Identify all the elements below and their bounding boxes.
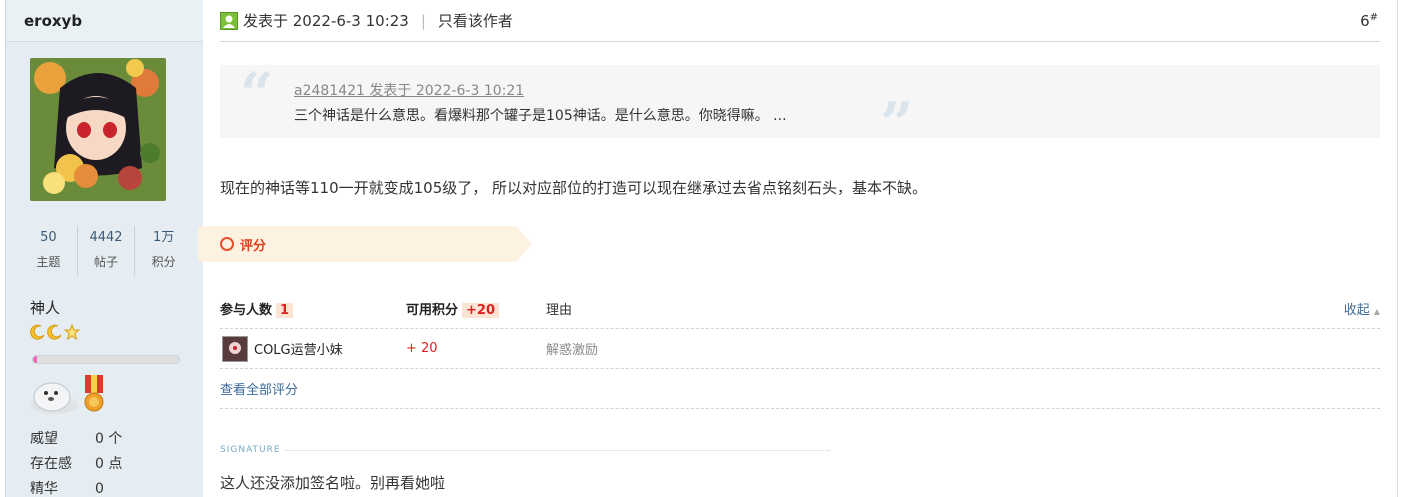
page-border	[1397, 0, 1398, 497]
stat-points[interactable]: 1万 积分	[134, 226, 192, 276]
user-panel: eroxyb 50 主题 4442 帖子 1万 积分 神人 威望 0 个 存在感…	[5, 0, 203, 497]
star-icon	[64, 324, 80, 340]
stat-label: 帖子	[94, 255, 119, 269]
rater-name[interactable]: COLG运营小妹	[254, 339, 343, 358]
user-group[interactable]: 神人	[30, 297, 60, 318]
open-quote-icon: “	[240, 60, 274, 128]
post-content: 现在的神话等110一开就变成105级了， 所以对应部位的打造可以现在继承过去省点…	[220, 179, 928, 197]
level-stars	[30, 324, 80, 340]
post-main: 发表于 2022-6-3 10:23 | 只看该作者 6# “ a2481421…	[198, 0, 1380, 492]
user-info: 威望 0 个 存在感 0 点 精华 0	[30, 427, 200, 497]
participants-count: 1	[276, 303, 294, 318]
signature-divider: SIGNATURE	[220, 445, 830, 455]
info-value: 0 个	[95, 431, 123, 447]
caret-up-icon: ▲	[1373, 307, 1380, 316]
rater-avatar[interactable]	[222, 335, 248, 362]
stat-posts[interactable]: 4442 帖子	[76, 226, 135, 276]
post-header: 发表于 2022-6-3 10:23 | 只看该作者 6#	[220, 0, 1380, 42]
rating-table: 参与人数 1 可用积分 +20 理由 收起 ▲ COLG运营小妹 + 20 解惑激励…	[220, 289, 1380, 409]
points-total: +20	[462, 303, 499, 318]
floor-number-value: 6	[1360, 11, 1370, 30]
info-value: 0	[95, 481, 104, 497]
points-header: 可用积分 +20	[406, 299, 546, 318]
participants-header: 参与人数 1	[220, 299, 406, 318]
rating-circle-icon	[220, 237, 234, 251]
stat-value[interactable]: 1万	[135, 226, 192, 250]
floor-suffix: #	[1369, 11, 1378, 23]
moon-icon	[30, 324, 45, 340]
floor-number[interactable]: 6#	[1360, 12, 1380, 30]
collapse-label: 收起	[1343, 303, 1370, 318]
signature-label: SIGNATURE	[220, 445, 281, 455]
rating-row: COLG运营小妹 + 20 解惑激励	[220, 329, 1380, 369]
rating-tag: 评分	[198, 226, 532, 262]
rating-label: 评分	[240, 239, 267, 254]
header-separator: |	[420, 11, 426, 30]
close-quote-icon: ”	[880, 90, 914, 158]
moon-icon	[47, 324, 62, 340]
divider-line	[284, 449, 830, 451]
quote-block: “ a2481421 发表于 2022-6-3 10:21 三个神话是什么意思。…	[220, 60, 1380, 153]
quote-source-link[interactable]: a2481421 发表于 2022-6-3 10:21	[294, 80, 524, 100]
post-time: 发表于 2022-6-3 10:23	[243, 12, 409, 30]
user-stats: 50 主题 4442 帖子 1万 积分	[20, 226, 192, 276]
rater-reason: 解惑激励	[546, 343, 599, 358]
award-medal-icon[interactable]	[82, 373, 106, 415]
view-all-ratings-link[interactable]: 查看全部评分	[220, 379, 298, 398]
medals	[28, 371, 106, 415]
info-row: 威望 0 个	[30, 427, 200, 452]
username[interactable]: eroxyb	[6, 0, 203, 42]
collapse-button[interactable]: 收起 ▲	[1344, 299, 1380, 318]
stat-value[interactable]: 4442	[78, 226, 135, 250]
rating-header: 参与人数 1 可用积分 +20 理由 收起 ▲	[220, 289, 1380, 329]
info-value: 0 点	[95, 456, 123, 472]
info-row: 精华 0	[30, 477, 200, 497]
seal-medal-icon[interactable]	[28, 373, 80, 415]
rater[interactable]: COLG运营小妹	[220, 335, 406, 362]
info-key: 威望	[30, 431, 58, 447]
avatar[interactable]	[30, 58, 166, 201]
reason-header: 理由	[546, 303, 573, 318]
author-only-link[interactable]: 只看该作者	[438, 10, 513, 31]
level-progress-bar	[32, 355, 180, 364]
stat-threads[interactable]: 50 主题	[20, 226, 77, 276]
info-key: 存在感	[30, 456, 72, 472]
stat-value[interactable]: 50	[20, 226, 77, 250]
stat-label: 主题	[36, 255, 61, 269]
view-all-ratings: 查看全部评分	[220, 369, 1380, 409]
online-user-icon	[220, 11, 238, 30]
quote-text: 三个神话是什么意思。看爆料那个罐子是105神话。是什么意思。你晓得嘛。 ...	[294, 108, 787, 124]
rater-points: + 20	[406, 341, 438, 356]
stat-label: 积分	[151, 255, 176, 269]
info-row: 存在感 0 点	[30, 452, 200, 477]
info-key: 精华	[30, 481, 58, 497]
level-progress-fill	[33, 356, 38, 363]
signature-text: 这人还没添加签名啦。别再看她啦	[220, 474, 446, 492]
participants-label: 参与人数	[220, 303, 273, 318]
points-label: 可用积分	[406, 303, 459, 318]
